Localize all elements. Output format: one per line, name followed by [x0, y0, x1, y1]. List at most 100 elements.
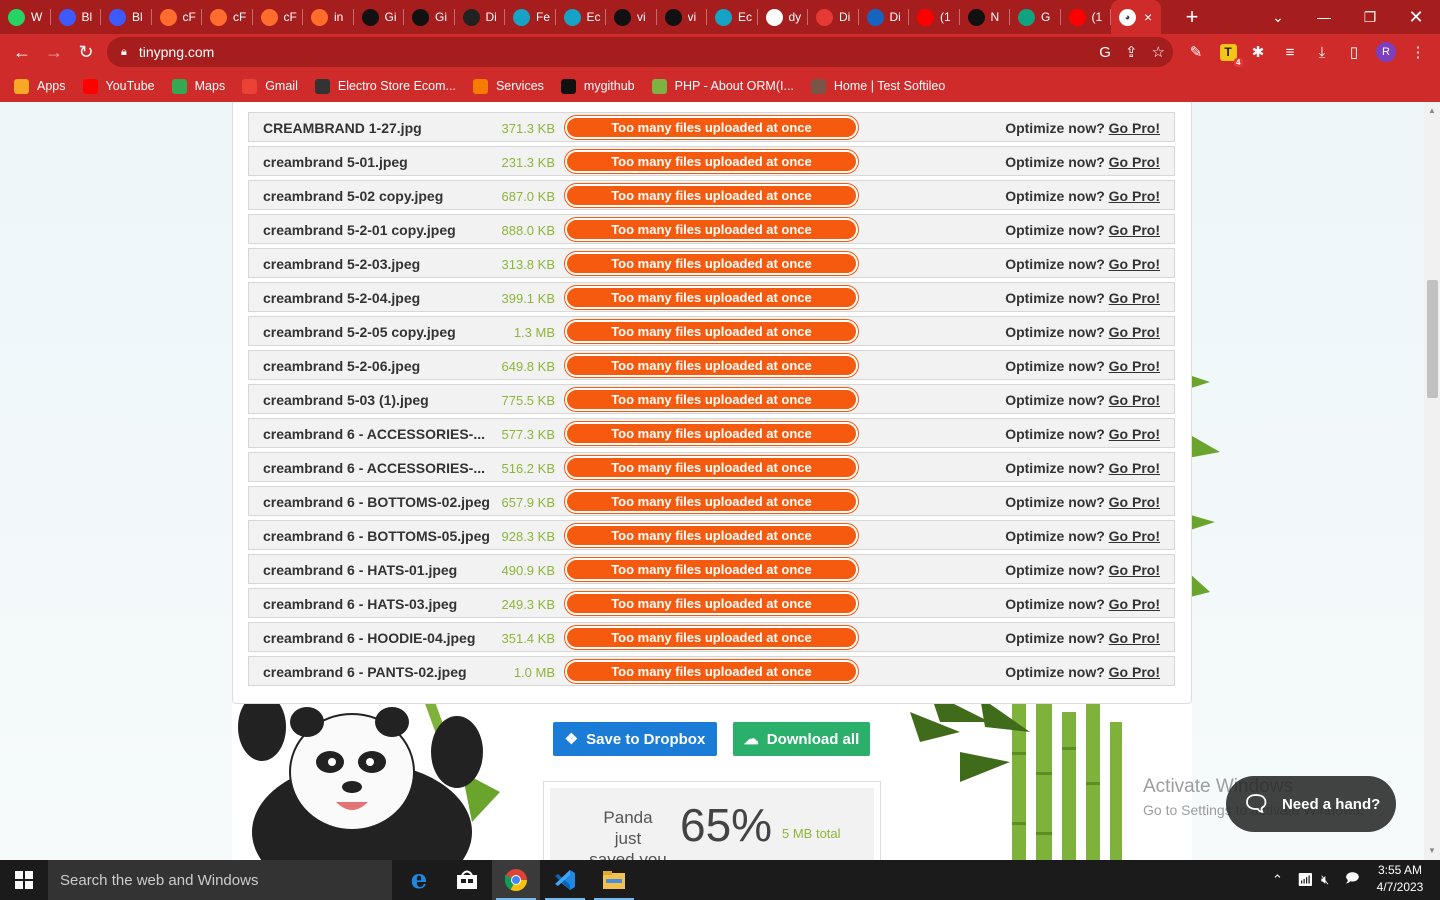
profile-avatar[interactable]: R	[1370, 34, 1402, 70]
browser-tab[interactable]: cF	[253, 0, 304, 34]
go-pro-link[interactable]: Go Pro!	[1109, 630, 1160, 646]
notifications-icon[interactable]: 🗩︎	[1345, 860, 1359, 900]
go-pro-link[interactable]: Go Pro!	[1109, 392, 1160, 408]
bookmark-star-icon[interactable]: ☆	[1152, 43, 1165, 61]
go-pro-link[interactable]: Go Pro!	[1109, 664, 1160, 680]
minimize-button[interactable]: —	[1301, 0, 1347, 34]
address-bar[interactable]: 🔒︎ tinypng.com G ⇪ ☆	[107, 37, 1173, 67]
media-control-icon[interactable]: ≡	[1274, 34, 1306, 70]
go-pro-link[interactable]: Go Pro!	[1109, 562, 1160, 578]
bookmark-label: mygithub	[583, 79, 635, 93]
browser-tab[interactable]: Bl	[101, 0, 152, 34]
optimize-text: Optimize now?	[1005, 188, 1105, 204]
browser-tab[interactable]: cF	[152, 0, 203, 34]
go-pro-link[interactable]: Go Pro!	[1109, 460, 1160, 476]
go-pro-link[interactable]: Go Pro!	[1109, 358, 1160, 374]
go-pro-link[interactable]: Go Pro!	[1109, 528, 1160, 544]
page-scrollbar[interactable]: ▲ ▼	[1424, 102, 1440, 860]
go-pro-link[interactable]: Go Pro!	[1109, 222, 1160, 238]
vscode-icon[interactable]	[541, 860, 589, 900]
windows-start-icon[interactable]	[0, 860, 48, 900]
close-tab-icon[interactable]: ×	[1144, 9, 1152, 25]
browser-tab[interactable]: G	[1010, 0, 1061, 34]
browser-tab[interactable]: Ec	[707, 0, 758, 34]
need-a-hand-button[interactable]: 🗨︎ Need a hand?	[1226, 776, 1396, 832]
side-panel-icon[interactable]: ▯	[1338, 34, 1370, 70]
taskbar-search-box[interactable]: Search the web and Windows	[48, 860, 392, 900]
t-extension-icon[interactable]: T4	[1212, 34, 1244, 70]
bookmark-item[interactable]: Gmail	[242, 78, 298, 94]
scroll-thumb[interactable]	[1427, 280, 1438, 398]
back-icon[interactable]: ←	[6, 36, 38, 68]
google-icon	[765, 8, 783, 26]
go-pro-link[interactable]: Go Pro!	[1109, 596, 1160, 612]
go-pro-link[interactable]: Go Pro!	[1109, 290, 1160, 306]
file-size: 231.3 KB	[501, 155, 556, 170]
browser-tab[interactable]: Ec	[556, 0, 607, 34]
save-to-dropbox-button[interactable]: ❖ Save to Dropbox	[553, 722, 717, 756]
url-text[interactable]: tinypng.com	[139, 44, 214, 60]
browser-tab[interactable]: Di	[808, 0, 859, 34]
status-badge: Too many files uploaded at once	[564, 115, 859, 140]
browser-tab[interactable]: Gi	[404, 0, 455, 34]
browser-tab[interactable]: vi	[606, 0, 657, 34]
go-pro-link[interactable]: Go Pro!	[1109, 494, 1160, 510]
chrome-taskbar-icon[interactable]	[492, 860, 540, 900]
browser-tab[interactable]: cF	[202, 0, 253, 34]
browser-tab[interactable]: Gi	[354, 0, 405, 34]
store-icon[interactable]	[443, 860, 491, 900]
new-tab-button[interactable]: +	[1177, 4, 1207, 30]
go-pro-link[interactable]: Go Pro!	[1109, 154, 1160, 170]
volume-muted-icon[interactable]: 🔇︎	[1321, 860, 1329, 900]
optimize-text: Optimize now?	[1005, 290, 1105, 306]
go-pro-link[interactable]: Go Pro!	[1109, 324, 1160, 340]
browser-tab[interactable]: Fe	[505, 0, 556, 34]
tab-search-icon[interactable]: ⌄	[1255, 0, 1301, 34]
browser-tab[interactable]: Bl	[51, 0, 102, 34]
bookmark-item[interactable]: YouTube	[82, 78, 155, 94]
download-all-button[interactable]: ☁ Download all	[733, 722, 870, 756]
scroll-down-icon[interactable]: ▼	[1427, 846, 1437, 855]
browser-tab[interactable]: N	[960, 0, 1011, 34]
bookmark-item[interactable]: Home | Test Softileo	[810, 78, 945, 94]
share-icon[interactable]: ⇪	[1125, 43, 1138, 61]
browser-tab[interactable]: W	[0, 0, 51, 34]
taskbar-clock[interactable]: 3:55 AM 4/7/2023	[1370, 862, 1430, 896]
bookmark-item[interactable]: mygithub	[560, 78, 635, 94]
browser-tab[interactable]: (1	[909, 0, 960, 34]
edge-icon[interactable]: e	[395, 860, 443, 900]
show-hidden-icons[interactable]: ⌃	[1272, 860, 1283, 900]
browser-tab[interactable]: Di	[455, 0, 506, 34]
go-pro-link[interactable]: Go Pro!	[1109, 426, 1160, 442]
go-pro-link[interactable]: Go Pro!	[1109, 256, 1160, 272]
forward-icon[interactable]: →	[38, 36, 70, 68]
github-icon	[664, 8, 682, 26]
file-name: creambrand 6 - HATS-01.jpeg	[263, 562, 458, 578]
browser-tab[interactable]: vi	[657, 0, 708, 34]
eyedropper-extension-icon[interactable]: ✎	[1180, 34, 1212, 70]
close-window-button[interactable]: ✕	[1393, 0, 1439, 34]
file-name: CREAMBRAND 1-27.jpg	[263, 120, 422, 136]
browser-tab[interactable]: in	[303, 0, 354, 34]
google-lens-icon[interactable]: G	[1099, 44, 1111, 61]
bookmark-item[interactable]: Maps	[171, 78, 225, 94]
go-pro-link[interactable]: Go Pro!	[1109, 188, 1160, 204]
extensions-puzzle-icon[interactable]: ✱	[1242, 34, 1274, 70]
browser-tab[interactable]: (1	[1061, 0, 1112, 34]
reload-icon[interactable]: ↻	[70, 36, 102, 68]
bookmark-item[interactable]: Services	[472, 78, 544, 94]
menu-kebab-icon[interactable]: ⋮	[1402, 34, 1434, 70]
bookmark-item[interactable]: Apps	[14, 78, 66, 94]
browser-tab[interactable]: Di	[859, 0, 910, 34]
bookmark-item[interactable]: Electro Store Ecom...	[314, 78, 456, 94]
go-pro-link[interactable]: Go Pro!	[1109, 120, 1160, 136]
file-row: CREAMBRAND 1-27.jpg 371.3 KB Too many file…	[248, 112, 1175, 142]
bookmark-item[interactable]: PHP - About ORM(I...	[651, 78, 794, 94]
file-explorer-icon[interactable]	[590, 860, 638, 900]
network-icon[interactable]: 📶︎	[1297, 860, 1314, 900]
browser-tab[interactable]: dy	[758, 0, 809, 34]
scroll-up-icon[interactable]: ▲	[1427, 106, 1437, 115]
active-tab[interactable]: ◕ ×	[1111, 0, 1161, 34]
restore-button[interactable]: ❐	[1347, 0, 1393, 34]
download-icon[interactable]: ⤓	[1306, 34, 1338, 70]
